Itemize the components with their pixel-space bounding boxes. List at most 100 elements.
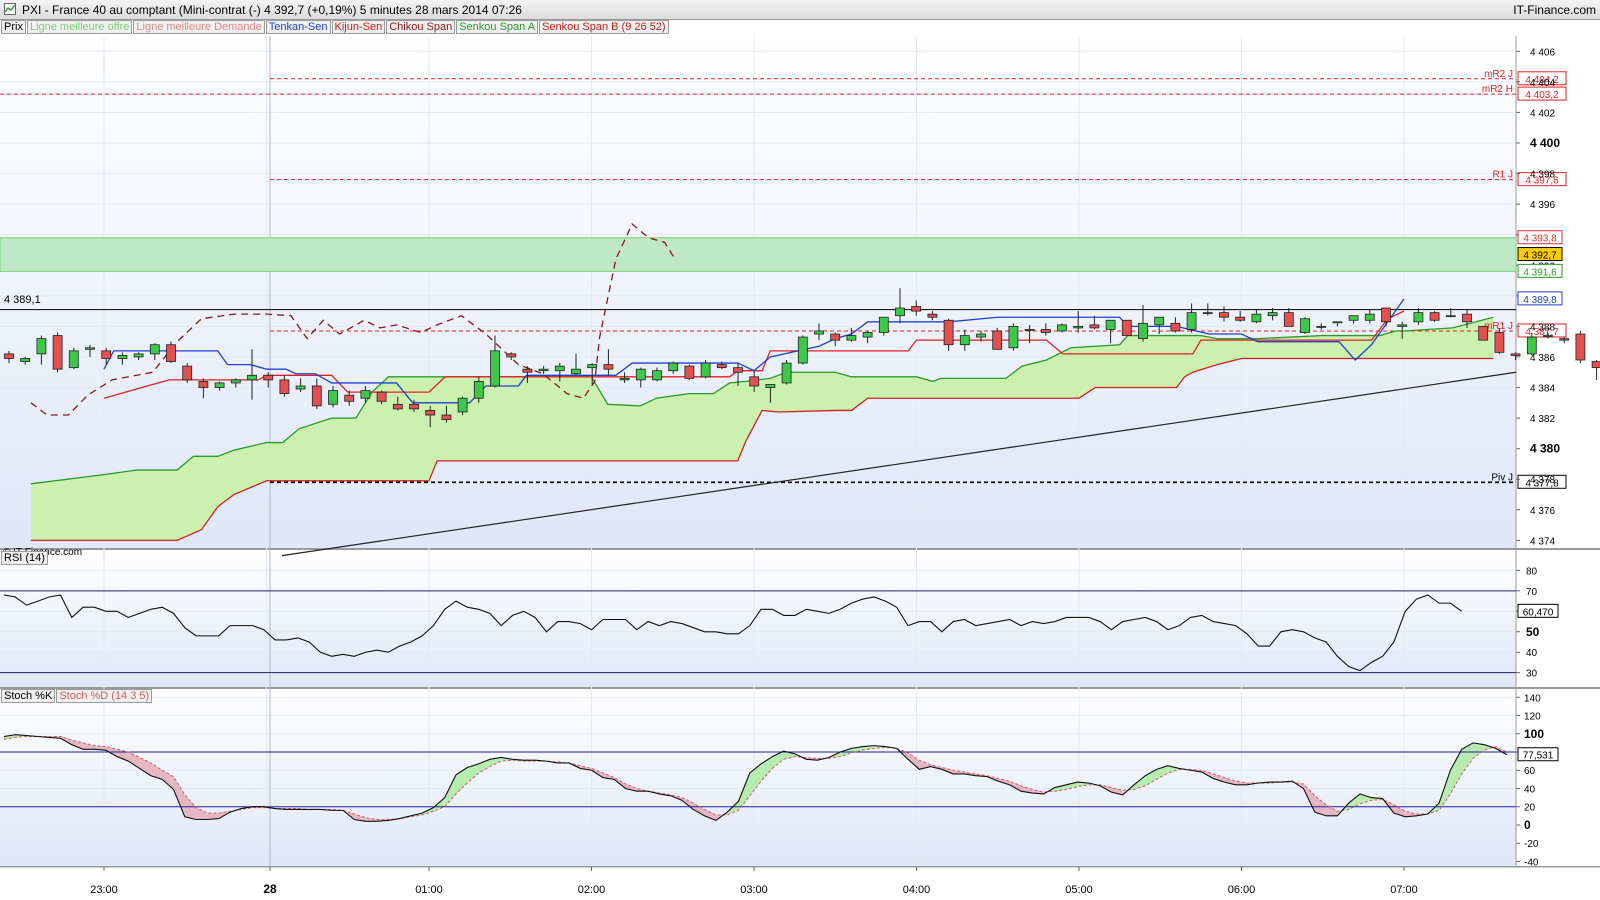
bullish-candle [652,370,662,381]
price-tick-label: 4 406 [1530,47,1555,58]
bullish-candle [1348,315,1359,321]
bearish-candle [4,353,14,359]
bullish-candle [1073,325,1084,329]
bullish-candle [765,384,776,388]
bullish-candle [295,385,306,390]
bullish-candle [1543,335,1553,337]
bullish-candle [1186,312,1197,330]
level-name: mR2 J [1484,69,1513,80]
bearish-candle [992,330,1003,350]
bullish-candle [1300,318,1310,333]
price-tick-label: 4 398 [1530,170,1555,181]
bullish-candle [85,347,95,350]
legend-item-tenkan-sen[interactable]: Tenkan-Sen [265,20,331,34]
bullish-candle [635,368,646,381]
stoch-value-label: 77,531 [1523,751,1554,762]
time-tick-label: 23:00 [90,884,118,896]
stoch-legend: Stoch %K Stoch %D (14 3 5) [1,689,153,703]
bullish-candle [571,368,581,375]
bullish-candle [538,368,549,372]
price-tick-label: 4 386 [1530,353,1555,364]
legend-item-senkou-span-a[interactable]: Senkou Span A [456,20,539,34]
bearish-candle [1170,322,1181,332]
time-tick-label: 05:00 [1065,884,1093,896]
bearish-candle [52,335,63,370]
bearish-candle [1429,312,1440,321]
bearish-candle [1089,324,1100,329]
time-tick-label: 03:00 [740,884,768,896]
bullish-candle [781,362,792,384]
bullish-candle [214,382,225,388]
stoch-tick-label: 60 [1524,766,1536,777]
level-name: R1 J [1492,170,1513,181]
legend-item-chikou-span[interactable]: Chikou Span [386,20,456,34]
bullish-candle [230,379,241,384]
bearish-candle [1462,313,1472,323]
legend-item-best-offer[interactable]: Ligne meilleure offre [26,20,133,34]
bearish-candle [101,350,112,359]
bullish-candle [862,332,873,338]
legend-item-kijun-sen[interactable]: Kijun-Sen [331,20,386,34]
level-name: Piv J [1491,472,1513,483]
bearish-candle [311,385,322,407]
bullish-candle [976,333,986,338]
rsi-legend: RSI (14) [1,551,49,565]
price-value-label: 4 393,8 [1523,234,1557,245]
bullish-candle [878,316,889,333]
bullish-candle [554,365,565,372]
legend-item-rsi[interactable]: RSI (14) [1,551,48,565]
bullish-candle [959,335,970,346]
title-bar: PXI - France 40 au comptant (Mini-contra… [0,0,1600,20]
level-value: 4 403,2 [1525,90,1559,101]
bullish-candle [328,390,338,405]
price-tick-label: 4 396 [1530,200,1555,211]
chart-app-icon [4,3,16,15]
bearish-candle [409,403,419,410]
rsi-tick-label: 40 [1526,648,1538,659]
bullish-candle [619,377,630,381]
legend-item-best-demand[interactable]: Ligne meilleure Demande [133,20,265,34]
level-name: mR2 H [1482,84,1513,95]
level-name: mR1 J [1484,321,1513,332]
bullish-candle [36,338,47,355]
bid-ask-band [0,237,1517,272]
bullish-candle [1364,313,1375,321]
bullish-candle [1526,336,1537,355]
bullish-candle [117,355,128,359]
price-value-label: 4 392,7 [1523,251,1557,262]
bullish-candle [895,307,905,317]
bullish-candle [149,344,160,355]
stoch-tick-label: 140 [1524,693,1541,704]
legend-item-stoch-d[interactable]: Stoch %D (14 3 5) [56,689,153,703]
stoch-tick-label: -20 [1524,839,1539,850]
bullish-candle [68,350,79,369]
bearish-candle [425,410,436,416]
price-value-label: 4 389,8 [1523,295,1557,306]
legend-item-stoch-k[interactable]: Stoch %K [1,689,56,703]
price-tick-label: 4 380 [1530,442,1560,456]
price-tick-label: 4 400 [1530,136,1560,150]
bullish-candle [1024,329,1035,331]
price-tick-label: 4 374 [1530,536,1555,547]
bullish-candle [814,330,824,335]
chart-canvas[interactable]: mR2 J4 404,2mR2 H4 403,2R1 J4 397,6mR1 J… [0,20,1600,900]
legend-item-prix[interactable]: Prix [1,20,26,34]
bullish-candle [133,353,144,358]
time-tick-label: 06:00 [1228,884,1256,896]
bullish-candle [20,358,31,362]
bearish-candle [733,367,743,373]
price-value-label: 4 391,6 [1523,267,1557,278]
bearish-candle [1494,332,1505,353]
time-tick-label: 01:00 [415,884,443,896]
bearish-candle [441,414,452,421]
bearish-candle [166,344,176,362]
time-tick-label: 02:00 [578,884,606,896]
time-tick-label: 28 [263,882,277,896]
bearish-candle [1478,325,1489,341]
bullish-candle [587,364,598,369]
time-tick-label: 04:00 [903,884,931,896]
legend-item-senkou-span-b[interactable]: Senkou Span B (9 26 52) [539,20,669,34]
bullish-candle [700,362,711,378]
rsi-panel [0,552,1516,687]
rsi-tick-label: 70 [1526,587,1538,598]
